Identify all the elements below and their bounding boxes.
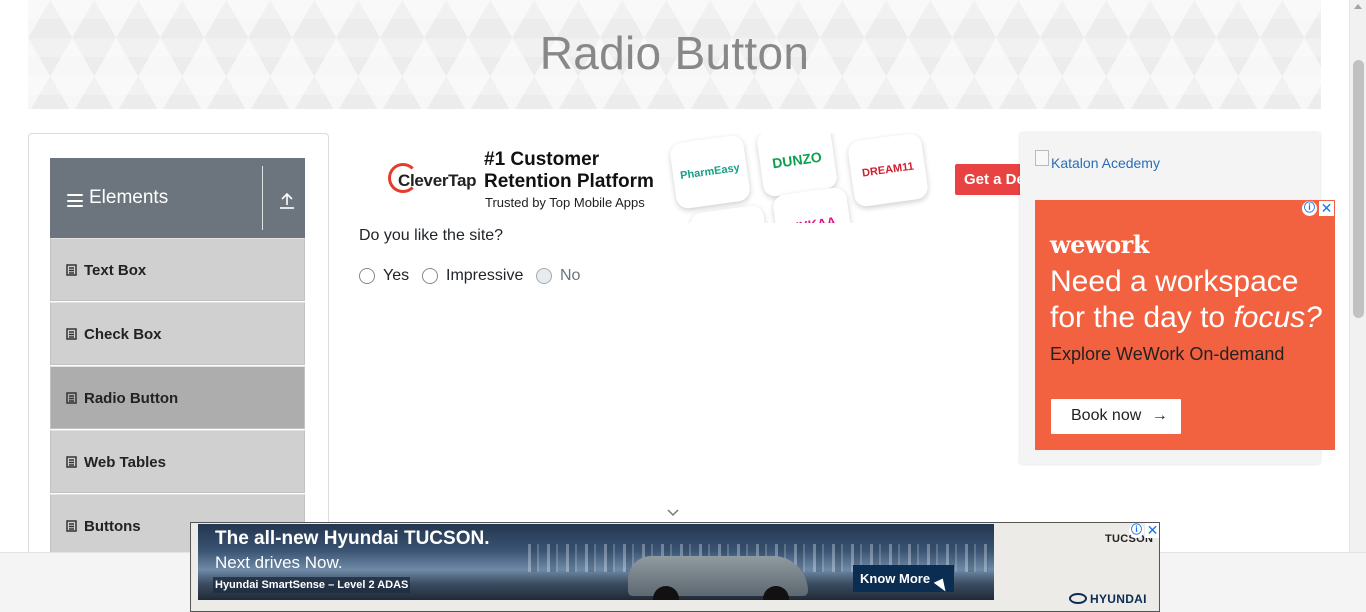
hyundai-headline: The all-new Hyundai TUCSON.	[215, 528, 490, 549]
radio-option-impressive[interactable]: Impressive	[422, 266, 523, 286]
clevertap-ad[interactable]: CleverTap #1 Customer Retention Platform…	[358, 133, 1021, 223]
hyundai-logo-icon	[1069, 593, 1087, 604]
ad-close-icon[interactable]: ✕	[1145, 523, 1159, 538]
document-icon	[66, 456, 77, 468]
radio-label-yes[interactable]: Yes	[383, 267, 409, 285]
radio-option-yes[interactable]: Yes	[359, 266, 409, 286]
clevertap-headline-line2: Retention Platform	[484, 171, 654, 192]
wework-headline-line2: for the day to	[1050, 301, 1234, 334]
sidebar-item-label: Text Box	[84, 262, 147, 279]
wework-headline: Need a workspace for the day to focus?	[1050, 264, 1335, 336]
broken-image-icon	[1035, 150, 1049, 166]
sidebar-item-web-tables[interactable]: Web Tables	[50, 430, 305, 493]
collapse-arrow-up-icon[interactable]	[279, 192, 295, 210]
radio-no	[536, 268, 552, 284]
get-a-demo-button[interactable]: Get a Demo	[955, 164, 1021, 195]
document-icon	[66, 328, 77, 340]
sidebar-item-label: Web Tables	[84, 454, 166, 471]
book-now-label: Book now	[1071, 407, 1142, 424]
radio-yes[interactable]	[359, 268, 375, 284]
arrow-right-icon: →	[1151, 407, 1168, 424]
sidebar-item-text-box[interactable]: Text Box	[50, 238, 305, 301]
wework-headline-line1: Need a workspace	[1050, 265, 1299, 298]
book-now-button[interactable]: Book now →	[1051, 399, 1181, 434]
clevertap-subtitle: Trusted by Top Mobile Apps	[485, 195, 645, 210]
ad-info-icon[interactable]: ⓘ	[1302, 201, 1317, 216]
app-tile-partial	[688, 204, 772, 223]
sidebar-item-label: Radio Button	[84, 390, 179, 407]
radio-label-impressive[interactable]: Impressive	[446, 267, 523, 285]
sidebar-item-check-box[interactable]: Check Box	[50, 302, 305, 365]
app-tile-dream11: DREAM11	[846, 133, 930, 208]
hyundai-logo: HYUNDAI	[1069, 592, 1147, 606]
wework-logo: wework	[1050, 230, 1149, 259]
document-icon	[66, 520, 77, 532]
clevertap-brand: CleverTap	[398, 171, 477, 190]
katalon-ad-link[interactable]: Katalon Acedemy	[1051, 155, 1160, 171]
app-tile-pharmeasy: PharmEasy	[668, 134, 752, 210]
hyundai-tag: Hyundai SmartSense – Level 2 ADAS	[213, 577, 411, 593]
wework-headline-emphasis: focus?	[1233, 301, 1322, 334]
sidebar-item-label: Buttons	[84, 518, 141, 535]
document-icon	[66, 392, 77, 404]
vertical-scrollbar[interactable]	[1349, 0, 1366, 552]
radio-impressive[interactable]	[422, 268, 438, 284]
scrollbar-thumb[interactable]	[1353, 60, 1364, 318]
sidebar-group-title: Elements	[89, 187, 169, 208]
scroll-up-arrow-icon[interactable]	[1354, 4, 1362, 9]
clevertap-headline: #1 Customer Retention Platform	[484, 149, 654, 193]
hyundai-logo-text: HYUNDAI	[1090, 592, 1147, 606]
sidebar-group-elements[interactable]: Elements	[50, 158, 305, 238]
sidebar-item-label: Check Box	[84, 326, 162, 343]
chevron-down-icon[interactable]	[667, 508, 679, 518]
page-banner: Radio Button	[28, 0, 1321, 109]
clevertap-headline-line1: #1 Customer	[484, 149, 600, 170]
wework-ad[interactable]: ⓘ ✕ wework Need a workspace for the day …	[1035, 200, 1335, 450]
radio-label-no: No	[560, 267, 581, 284]
ad-close-icon[interactable]: ✕	[1319, 201, 1334, 216]
hyundai-ad-photo: The all-new Hyundai TUCSON. Next drives …	[198, 524, 994, 600]
radio-option-no: No	[536, 266, 580, 286]
hyundai-subline: Next drives Now.	[215, 553, 343, 572]
hamburger-icon	[67, 194, 83, 207]
hyundai-ad[interactable]: The all-new Hyundai TUCSON. Next drives …	[190, 522, 1160, 612]
page-title: Radio Button	[539, 27, 810, 79]
header-divider	[262, 166, 263, 230]
document-icon	[66, 264, 77, 276]
radio-question: Do you like the site?	[359, 227, 504, 244]
ad-info-icon[interactable]: ⓘ	[1129, 523, 1144, 538]
sidebar-item-radio-button[interactable]: Radio Button	[50, 366, 305, 429]
wework-subtitle: Explore WeWork On-demand	[1050, 344, 1285, 364]
